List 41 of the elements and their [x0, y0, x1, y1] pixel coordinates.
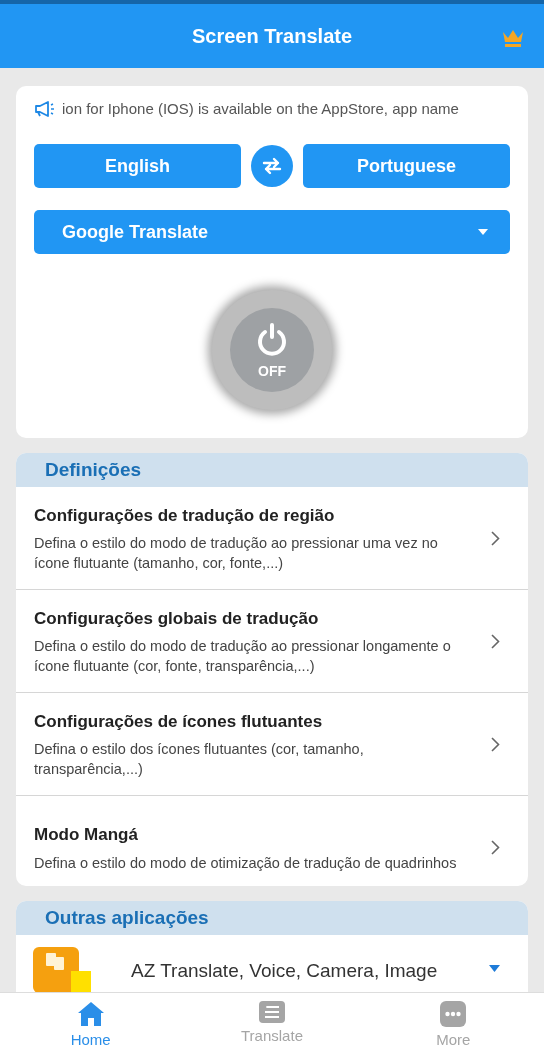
settings-item[interactable]: Modo Mangá Defina o estilo do modo de otimização de tradução de quadrinhos: [16, 796, 528, 886]
caret-down-icon: [489, 964, 500, 972]
settings-item-description: Defina o estilo do modo de tradução ao pressionar longamente o ícone flutuante (cor, fonte, transparência,...): [34, 637, 452, 677]
chevron-right-icon: [491, 736, 500, 752]
settings-item-title: Configurações de ícones flutuantes: [34, 710, 324, 733]
swap-button[interactable]: [251, 145, 293, 187]
app-item[interactable]: AZ Translate, Voice, Camera, Image: [16, 934, 528, 992]
app-title: Screen Translate: [191, 24, 353, 49]
power-state: OFF: [258, 361, 286, 381]
megaphone-icon: [34, 101, 56, 117]
settings-item-description: Defina o estilo do modo de tradução ao pressionar uma vez no ícone flutuante (tamanho, cor, fonte,...): [34, 534, 439, 574]
nav-tab[interactable]: More: [362, 993, 544, 1055]
settings-item[interactable]: Configurações globais de tradução Defina o estilo do modo de tradução ao pressionar longamente o ícone flutuante (cor, fonte, transparência,...): [16, 590, 528, 693]
chevron-right-icon: [491, 840, 500, 855]
settings-item[interactable]: Configurações de ícones flutuantes Defina o estilo dos ícones flutuantes (cor, tamanho, transparência,...): [16, 693, 528, 796]
nav-tab[interactable]: Translate: [181, 993, 363, 1055]
engine-value: Google Translate: [62, 220, 209, 244]
settings-item-title: Configurações de tradução de região: [34, 504, 336, 527]
more-icon: [440, 1001, 467, 1027]
source-language-button[interactable]: English: [34, 144, 241, 188]
power-button[interactable]: OFF: [212, 290, 332, 410]
chevron-right-icon: [491, 633, 500, 649]
engine-dropdown[interactable]: Google Translate: [34, 210, 510, 254]
settings-item-description: Defina o estilo do modo de otimização de tradução de quadrinhos: [34, 853, 458, 873]
home-icon: [76, 1001, 105, 1027]
settings-item-title: Modo Mangá: [34, 824, 139, 847]
chevron-right-icon: [491, 530, 500, 546]
app-name: AZ Translate, Voice, Camera, Image: [131, 958, 439, 983]
settings-item[interactable]: Configurações de tradução de região Defina o estilo do modo de tradução ao pressionar uma vez no ícone flutuante (tamanho, cor, fonte,...): [16, 487, 528, 590]
nav-tab[interactable]: Home: [0, 993, 182, 1055]
section-title: Outras aplicações: [45, 905, 209, 930]
power-icon: [256, 322, 288, 357]
settings-item-description: Defina o estilo dos ícones flutuantes (cor, tamanho, transparência,...): [34, 740, 365, 780]
swap-icon: [262, 157, 282, 175]
announcement-text: ion for Iphone (IOS) is available on the AppStore, app name: [62, 98, 459, 119]
section-title: Definições: [45, 457, 142, 482]
list-icon: [259, 1001, 285, 1023]
target-language-button[interactable]: Portuguese: [303, 144, 510, 188]
crown-icon[interactable]: [502, 29, 524, 47]
settings-item-title: Configurações globais de tradução: [34, 607, 320, 630]
dropdown-caret-icon: [478, 229, 488, 235]
